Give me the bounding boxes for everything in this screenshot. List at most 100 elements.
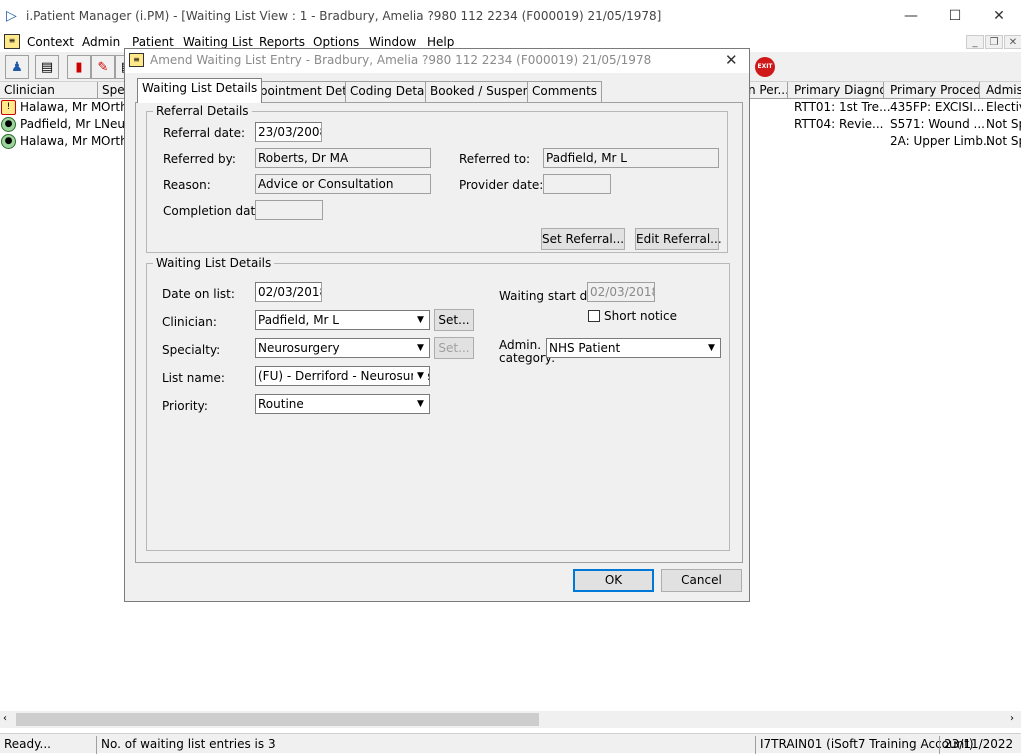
column-clinician[interactable]: Clinician (0, 82, 98, 99)
dialog-title: Amend Waiting List Entry - Bradbury, Ame… (150, 53, 652, 67)
date-on-list-label: Date on list: (162, 287, 235, 301)
referred-by-label: Referred by: (163, 152, 236, 166)
menu-options[interactable]: Options (313, 35, 359, 49)
row-clinician: Padfield, Mr L (20, 117, 101, 131)
document-icon[interactable]: ≡ (4, 34, 20, 49)
mdi-minimize-button[interactable]: _ (966, 35, 984, 49)
chevron-down-icon[interactable]: ▼ (413, 368, 428, 384)
set-specialty-button[interactable]: Set... (434, 337, 474, 359)
set-clinician-button[interactable]: Set... (434, 309, 474, 331)
chevron-down-icon[interactable]: ▼ (704, 340, 719, 356)
row-admission: Elective (986, 100, 1021, 114)
specialty-select[interactable]: Neurosurgery ▼ (255, 338, 430, 358)
referred-by-field: Roberts, Dr MA (255, 148, 431, 168)
clinician-value: Padfield, Mr L (258, 313, 339, 327)
provider-date-label: Provider date: (459, 178, 544, 192)
list-name-value: (FU) - Derriford - Neurosurgery O (258, 369, 429, 383)
row-procedure: S571: Wound ... (890, 117, 985, 131)
row-clinician: Halawa, Mr M (20, 100, 102, 114)
mdi-close-button[interactable]: ✕ (1004, 35, 1021, 49)
window-title: i.Patient Manager (i.PM) - [Waiting List… (26, 9, 662, 23)
tab-waiting-list-details[interactable]: Waiting List Details (137, 78, 263, 103)
list-name-select[interactable]: (FU) - Derriford - Neurosurgery O ▼ (255, 366, 430, 386)
column-admission[interactable]: Admissi (980, 82, 1021, 99)
reason-label: Reason: (163, 178, 211, 192)
status-ready: Ready... (4, 737, 51, 751)
admin-category-value: NHS Patient (549, 341, 621, 355)
edit-book-icon[interactable]: ✎ (91, 55, 115, 79)
tab-booked-suspend[interactable]: Booked / Suspend (425, 81, 543, 102)
priority-select[interactable]: Routine ▼ (255, 394, 430, 414)
cancel-button[interactable]: Cancel (661, 569, 742, 592)
waiting-list-details-group: Waiting List Details Date on list: 02/03… (146, 256, 730, 551)
edit-referral-button[interactable]: Edit Referral... (635, 228, 722, 250)
row-diagnosis: RTT04: Revie... (794, 117, 884, 131)
referred-to-field: Padfield, Mr L (543, 148, 719, 168)
set-referral-button[interactable]: Set Referral... (541, 228, 625, 250)
referral-date-label: Referral date: (163, 126, 246, 140)
admin-category-label: Admin. (499, 338, 542, 352)
menu-patient[interactable]: Patient (132, 35, 174, 49)
row-specialty: Ortho (101, 100, 127, 114)
app-logo-icon: ▷ (6, 8, 17, 24)
status-bar: Ready... No. of waiting list entries is … (0, 733, 1021, 754)
mdi-restore-button[interactable]: ❐ (985, 35, 1003, 49)
print-icon[interactable]: ▤ (35, 55, 59, 79)
referral-details-group: Referral Details Referral date: 23/03/20… (146, 104, 728, 253)
horizontal-scrollbar[interactable]: ‹ › (0, 711, 1021, 728)
reason-field: Advice or Consultation (255, 174, 431, 194)
row-admission: Not Spe (986, 134, 1021, 148)
date-on-list-field[interactable]: 02/03/2018 (255, 282, 322, 302)
minimize-button[interactable]: — (888, 2, 934, 30)
amend-waiting-list-dialog: ≡ Amend Waiting List Entry - Bradbury, A… (124, 48, 750, 602)
menu-admin[interactable]: Admin (82, 35, 120, 49)
specialty-value: Neurosurgery (258, 341, 340, 355)
window-title-bar: ▷ i.Patient Manager (i.PM) - [Waiting Li… (0, 0, 1021, 32)
maximize-button[interactable]: ☐ (932, 2, 978, 30)
column-primary-procedure[interactable]: Primary Proced... (884, 82, 980, 99)
list-name-label: List name: (162, 371, 225, 385)
dialog-document-icon: ≡ (129, 53, 144, 67)
clinician-select[interactable]: Padfield, Mr L ▼ (255, 310, 430, 330)
close-button[interactable]: ✕ (976, 2, 1021, 30)
dialog-title-bar: ≡ Amend Waiting List Entry - Bradbury, A… (125, 49, 749, 73)
priority-value: Routine (258, 397, 304, 411)
menu-help[interactable]: Help (427, 35, 454, 49)
ok-button[interactable]: OK (573, 569, 654, 592)
completion-date-label: Completion date: (163, 204, 267, 218)
chevron-down-icon[interactable]: ▼ (413, 312, 428, 328)
row-clinician: Halawa, Mr M (20, 134, 102, 148)
short-notice-checkbox[interactable] (588, 310, 600, 322)
waiting-list-details-legend: Waiting List Details (153, 256, 275, 270)
column-primary-diagnosis[interactable]: Primary Diagnosis (788, 82, 884, 99)
row-admission: Not Spe (986, 117, 1021, 131)
row-diagnosis (792, 133, 794, 150)
scroll-thumb[interactable] (16, 713, 539, 726)
status-date: 23/11/2022 (939, 736, 1013, 754)
dialog-close-icon[interactable]: ✕ (725, 51, 738, 69)
menu-waiting-list[interactable]: Waiting List (183, 35, 253, 49)
column-period[interactable]: n Per... (748, 82, 788, 99)
scroll-left-icon[interactable]: ‹ (3, 713, 7, 724)
chevron-down-icon[interactable]: ▼ (413, 396, 428, 412)
row-specialty: Ortho (101, 134, 127, 148)
scroll-right-icon[interactable]: › (1010, 713, 1014, 724)
menu-window[interactable]: Window (369, 35, 416, 49)
row-procedure: 435FP: EXCISI... (890, 100, 985, 114)
menu-context[interactable]: Context (27, 35, 74, 49)
book-icon[interactable]: ▮ (67, 55, 91, 79)
referred-to-label: Referred to: (459, 152, 531, 166)
admin-category-select[interactable]: NHS Patient ▼ (546, 338, 721, 358)
waiting-entry-icon: ! (1, 100, 16, 115)
patient-icon[interactable]: ♟ (5, 55, 29, 79)
completion-date-field (255, 200, 323, 220)
tab-comments[interactable]: Comments (527, 81, 603, 102)
tab-panel: Referral Details Referral date: 23/03/20… (135, 102, 743, 563)
menu-reports[interactable]: Reports (259, 35, 305, 49)
referral-date-field[interactable]: 23/03/2008 (255, 122, 322, 142)
specialty-label: Specialty: (162, 343, 221, 357)
provider-date-field (543, 174, 611, 194)
exit-icon[interactable]: EXIT (755, 57, 775, 77)
chevron-down-icon[interactable]: ▼ (413, 340, 428, 356)
short-notice-label: Short notice (604, 309, 677, 323)
